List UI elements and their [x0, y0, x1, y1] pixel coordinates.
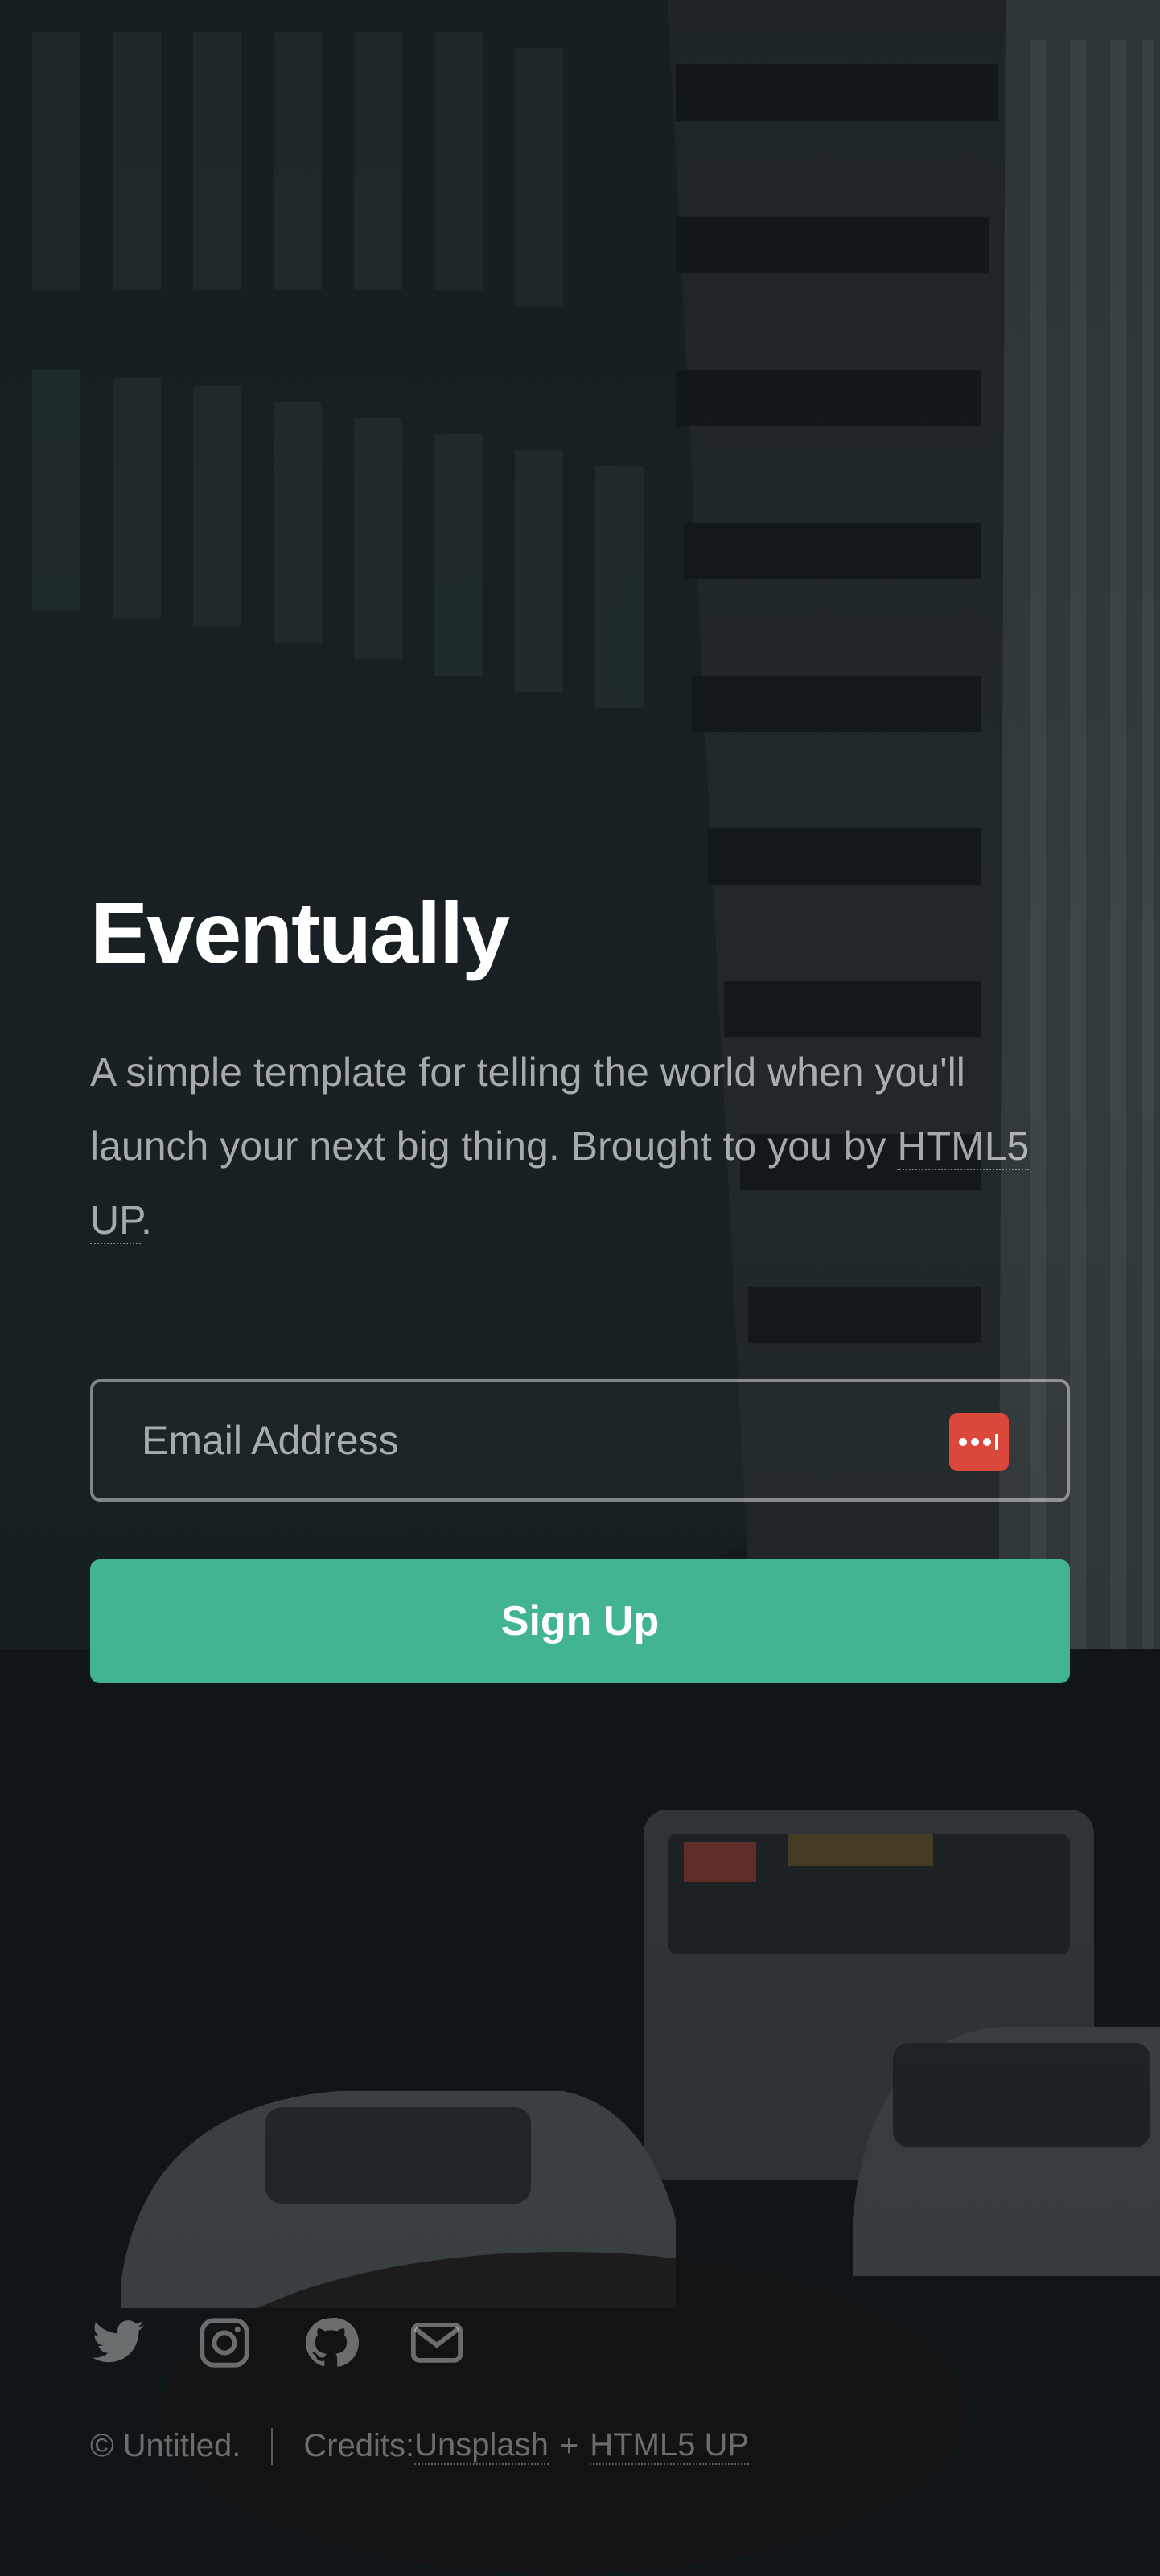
email-field-wrapper — [90, 1378, 1070, 1502]
github-icon — [302, 2315, 359, 2375]
html5up-credit-link[interactable]: HTML5 UP — [590, 2427, 750, 2465]
lead-paragraph: A simple template for telling the world … — [90, 1035, 1088, 1257]
lead-text: A simple template for telling the world … — [90, 1049, 965, 1169]
github-link[interactable] — [302, 2316, 359, 2373]
email-icon — [409, 2315, 465, 2375]
twitter-icon — [90, 2315, 146, 2375]
social-links — [90, 2316, 465, 2373]
copyright: © Untitled. Credits: Unsplash + HTML5 UP — [90, 2427, 750, 2465]
instagram-link[interactable] — [196, 2316, 253, 2373]
lead-period: . — [141, 1197, 152, 1243]
main-content: Eventually A simple template for telling… — [90, 881, 1070, 1683]
signup-form: Sign Up — [90, 1378, 1070, 1683]
copyright-text: © Untitled. — [90, 2428, 241, 2463]
email-field[interactable] — [93, 1382, 1067, 1498]
twitter-link[interactable] — [90, 2316, 146, 2373]
instagram-icon — [196, 2315, 253, 2375]
email-link[interactable] — [409, 2316, 465, 2373]
credits-label: Credits: — [303, 2428, 415, 2463]
unsplash-link[interactable]: Unsplash — [414, 2427, 549, 2465]
credits-plus: + — [559, 2428, 579, 2463]
sign-up-button[interactable]: Sign Up — [90, 1559, 1070, 1683]
password-manager-icon[interactable] — [949, 1412, 1009, 1471]
page-title: Eventually — [90, 884, 510, 981]
copyright-separator — [271, 2427, 274, 2465]
